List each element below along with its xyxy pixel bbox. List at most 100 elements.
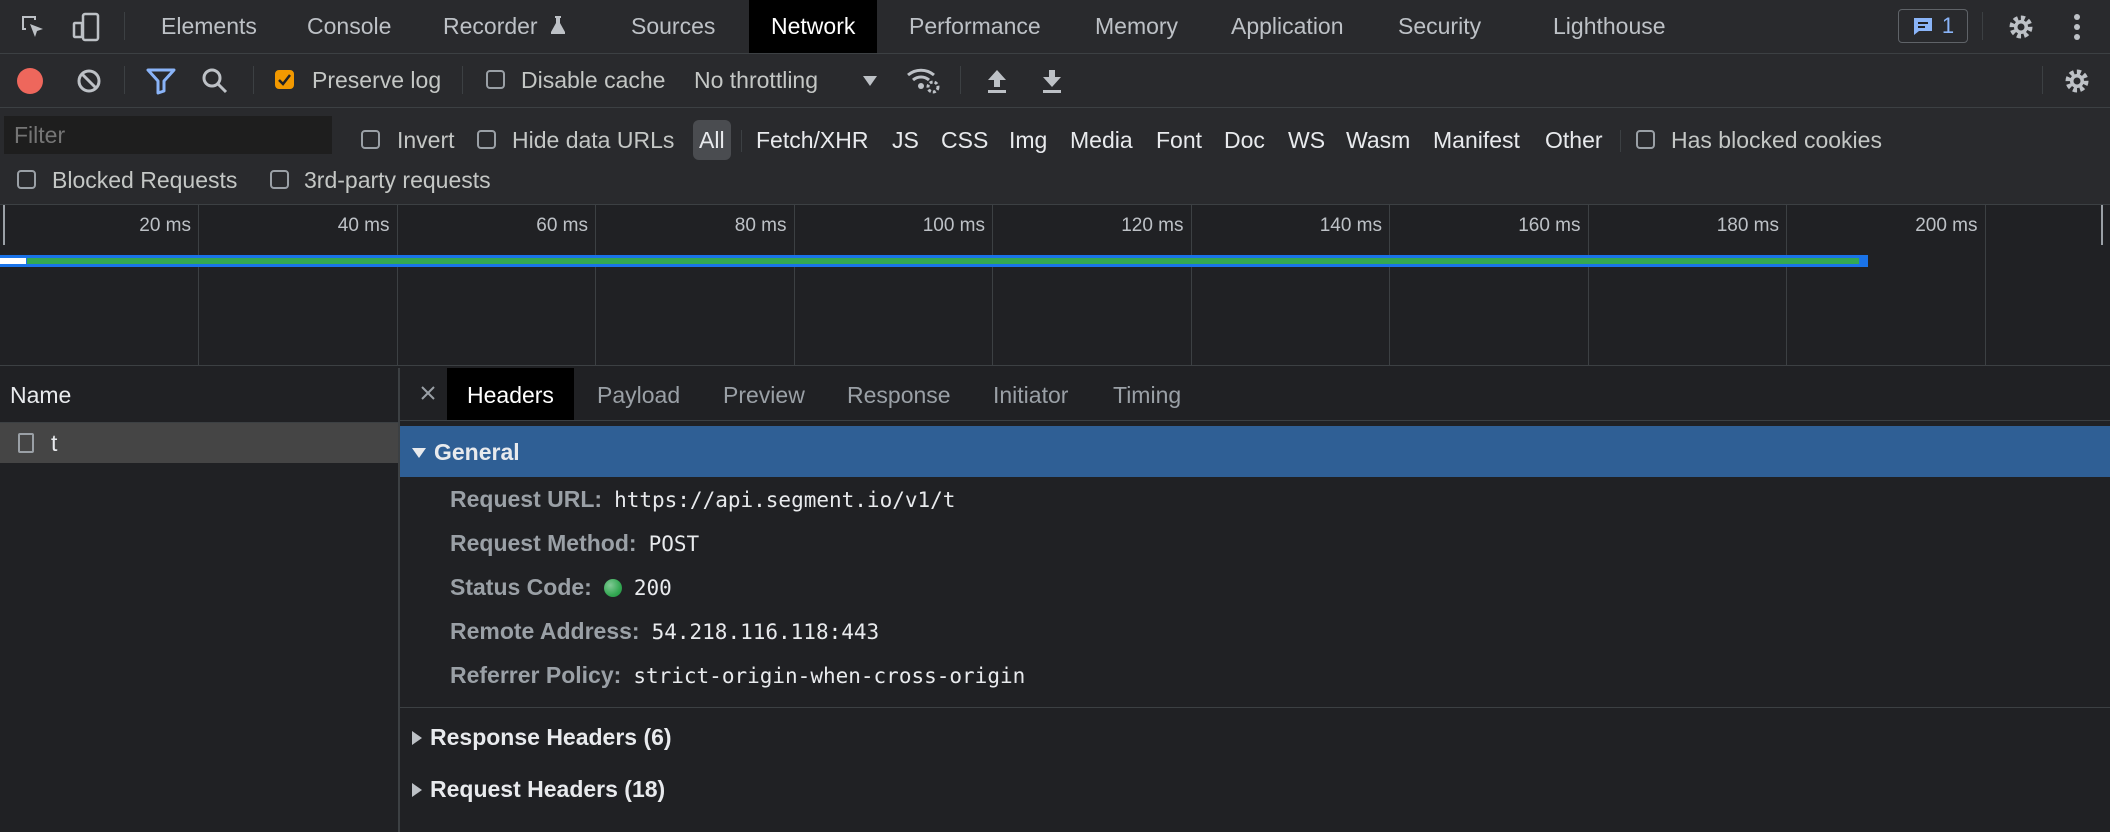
request-type-icon: [18, 433, 34, 453]
third-party-requests-checkbox[interactable]: [270, 170, 289, 189]
tab-response[interactable]: Response: [847, 368, 951, 420]
disable-cache-label[interactable]: Disable cache: [521, 67, 665, 94]
has-blocked-cookies-label[interactable]: Has blocked cookies: [1671, 127, 1882, 154]
disable-cache-checkbox[interactable]: [486, 70, 505, 89]
settings-gear-icon[interactable]: [2004, 10, 2038, 44]
timeline-tick-label: 180 ms: [1716, 215, 1779, 236]
preserve-log-label[interactable]: Preserve log: [312, 67, 441, 94]
third-party-requests-label[interactable]: 3rd-party requests: [304, 167, 491, 194]
search-icon[interactable]: [200, 66, 230, 96]
filter-type-css[interactable]: CSS: [941, 120, 988, 160]
network-conditions-icon[interactable]: [905, 64, 941, 96]
blocked-requests-checkbox[interactable]: [17, 170, 36, 189]
more-options-icon[interactable]: [2066, 10, 2088, 44]
filter-type-fetch-xhr[interactable]: Fetch/XHR: [756, 120, 868, 160]
filter-type-other[interactable]: Other: [1545, 120, 1603, 160]
name-column-header[interactable]: Name: [10, 382, 71, 409]
timeline-tick-label: 140 ms: [1319, 215, 1382, 236]
tab-initiator[interactable]: Initiator: [993, 368, 1068, 420]
import-har-icon[interactable]: [983, 66, 1011, 96]
dropdown-arrow-icon: [863, 76, 877, 86]
expand-triangle-icon: [412, 730, 422, 745]
throttling-select[interactable]: No throttling: [694, 62, 884, 98]
request-url-label: Request URL:: [450, 486, 603, 512]
filter-type-ws[interactable]: WS: [1288, 120, 1325, 160]
blocked-requests-label[interactable]: Blocked Requests: [52, 167, 237, 194]
invert-label[interactable]: Invert: [397, 127, 455, 154]
general-section-title: General: [434, 439, 520, 465]
filter-icon[interactable]: [145, 66, 177, 96]
timeline-tick-label: 120 ms: [1121, 215, 1184, 236]
status-ok-icon: [603, 578, 622, 597]
tab-memory[interactable]: Memory: [1095, 0, 1178, 53]
close-icon[interactable]: [416, 381, 440, 405]
tab-network[interactable]: Network: [749, 0, 878, 53]
request-method-value: POST: [648, 531, 700, 556]
timeline-grid-line: [992, 205, 993, 365]
timeline-overview[interactable]: 20 ms 40 ms 60 ms 80 ms 100 ms 120 ms 140 ms 16…: [0, 205, 2110, 365]
timeline-grid-line: [1587, 205, 1589, 365]
timeline-tick-label: 80 ms: [734, 215, 787, 236]
clear-icon[interactable]: [74, 66, 104, 96]
flask-icon: [551, 16, 565, 34]
timeline-waterfall-bar: [0, 255, 1868, 267]
export-har-icon[interactable]: [1038, 66, 1066, 96]
response-headers-title: Response Headers (6): [430, 724, 672, 750]
remote-address-label: Remote Address:: [450, 618, 640, 644]
filter-type-all[interactable]: All: [693, 120, 731, 160]
tab-payload[interactable]: Payload: [597, 368, 680, 420]
preserve-log-checkbox[interactable]: [275, 70, 294, 89]
request-url-row: Request URL: https://api.segment.io/v1/t: [450, 486, 955, 513]
referrer-policy-row: Referrer Policy: strict-origin-when-cros…: [450, 662, 1025, 689]
record-button[interactable]: [17, 68, 43, 94]
request-row[interactable]: t: [0, 423, 398, 463]
hide-data-urls-checkbox[interactable]: [477, 130, 496, 149]
timeline-grid-line: [1786, 205, 1787, 365]
timeline-grid-line: [595, 205, 596, 365]
invert-checkbox[interactable]: [361, 130, 380, 149]
expand-triangle-icon: [412, 782, 422, 797]
tab-sources[interactable]: Sources: [631, 0, 715, 53]
issues-badge[interactable]: 1: [1898, 9, 1968, 43]
timeline-grid-line: [1190, 205, 1192, 365]
timeline-tick-label: 20 ms: [139, 215, 191, 236]
issues-count: 1: [1941, 13, 1955, 38]
network-settings-gear-icon[interactable]: [2060, 64, 2094, 98]
request-headers-section[interactable]: Request Headers (18): [412, 776, 665, 803]
referrer-policy-label: Referrer Policy:: [450, 662, 622, 688]
hide-data-urls-label[interactable]: Hide data URLs: [512, 127, 674, 154]
throttling-value: No throttling: [694, 67, 819, 93]
tab-performance[interactable]: Performance: [909, 0, 1041, 53]
tab-recorder-label: Recorder: [443, 13, 538, 39]
tab-console[interactable]: Console: [307, 0, 391, 53]
general-section-header[interactable]: General: [400, 426, 2110, 477]
request-list: Name t: [0, 368, 398, 832]
filter-type-manifest[interactable]: Manifest: [1433, 120, 1520, 160]
message-icon: [1913, 18, 1932, 35]
filter-type-media[interactable]: Media: [1070, 120, 1133, 160]
tab-headers[interactable]: Headers: [447, 368, 574, 420]
timeline-tick-label: 100 ms: [922, 215, 985, 236]
tab-timing[interactable]: Timing: [1113, 368, 1181, 420]
tab-recorder[interactable]: Recorder: [443, 0, 566, 53]
filter-type-js[interactable]: JS: [892, 120, 919, 160]
tab-preview[interactable]: Preview: [723, 368, 805, 420]
timeline-grid-line: [1984, 205, 1986, 365]
tab-lighthouse[interactable]: Lighthouse: [1553, 0, 1666, 53]
tab-elements[interactable]: Elements: [161, 0, 257, 53]
has-blocked-cookies-checkbox[interactable]: [1636, 130, 1655, 149]
response-headers-section[interactable]: Response Headers (6): [412, 724, 672, 751]
filter-type-font[interactable]: Font: [1156, 120, 1202, 160]
timeline-grid-line: [396, 205, 398, 365]
tab-application[interactable]: Application: [1231, 0, 1344, 53]
filter-type-wasm[interactable]: Wasm: [1346, 120, 1410, 160]
filter-type-doc[interactable]: Doc: [1224, 120, 1265, 160]
timeline-tick-label: 200 ms: [1915, 215, 1978, 236]
filter-input[interactable]: [4, 116, 332, 154]
device-toolbar-icon[interactable]: [70, 10, 104, 44]
inspect-element-icon[interactable]: [18, 12, 48, 42]
tab-security[interactable]: Security: [1398, 0, 1481, 53]
referrer-policy-value: strict-origin-when-cross-origin: [633, 663, 1026, 688]
filter-type-img[interactable]: Img: [1009, 120, 1047, 160]
request-method-row: Request Method: POST: [450, 530, 699, 557]
